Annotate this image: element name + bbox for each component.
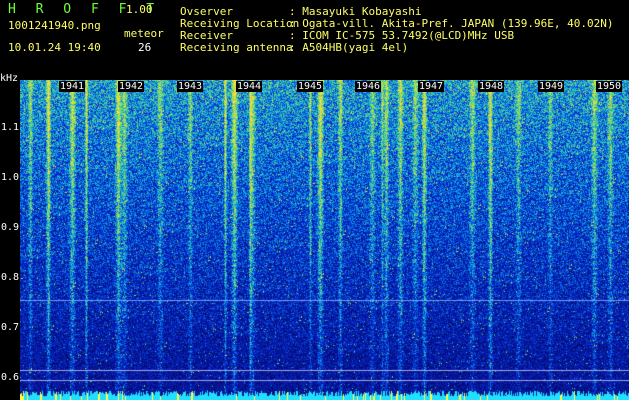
y-tick-label: 1.0 <box>0 172 19 183</box>
x-tick-label: 1949 <box>538 81 565 92</box>
x-tick-label: 1946 <box>355 81 382 92</box>
y-tick-label: 0.7 <box>0 322 19 333</box>
file-name: 1001241940.png <box>8 19 101 32</box>
x-tick-label: 1943 <box>177 81 204 92</box>
x-tick-label: 1945 <box>297 81 324 92</box>
y-axis-unit: kHz <box>0 73 19 84</box>
meteor-count: 26 <box>138 41 152 54</box>
y-tick-label: 1.1 <box>0 122 19 133</box>
x-tick-label: 1942 <box>118 81 145 92</box>
spectrogram-plot <box>20 80 629 400</box>
file-datetime: 10.01.24 19:40 <box>8 41 101 54</box>
x-tick-label: 1948 <box>478 81 505 92</box>
x-tick-label: 1944 <box>236 81 263 92</box>
spectrogram-canvas <box>20 80 629 400</box>
antenna-value: : A504HB(yagi 4el) <box>289 41 409 54</box>
app-version: 1.00 <box>126 3 153 16</box>
x-tick-label: 1941 <box>59 81 86 92</box>
antenna-label: Receiving antenna <box>180 41 293 54</box>
y-tick-label: 0.8 <box>0 272 19 283</box>
y-tick-label: 0.9 <box>0 222 19 233</box>
meteor-label: meteor <box>124 27 164 40</box>
x-tick-label: 1947 <box>418 81 445 92</box>
x-tick-label: 1950 <box>596 81 623 92</box>
y-tick-label: 0.6 <box>0 372 19 383</box>
